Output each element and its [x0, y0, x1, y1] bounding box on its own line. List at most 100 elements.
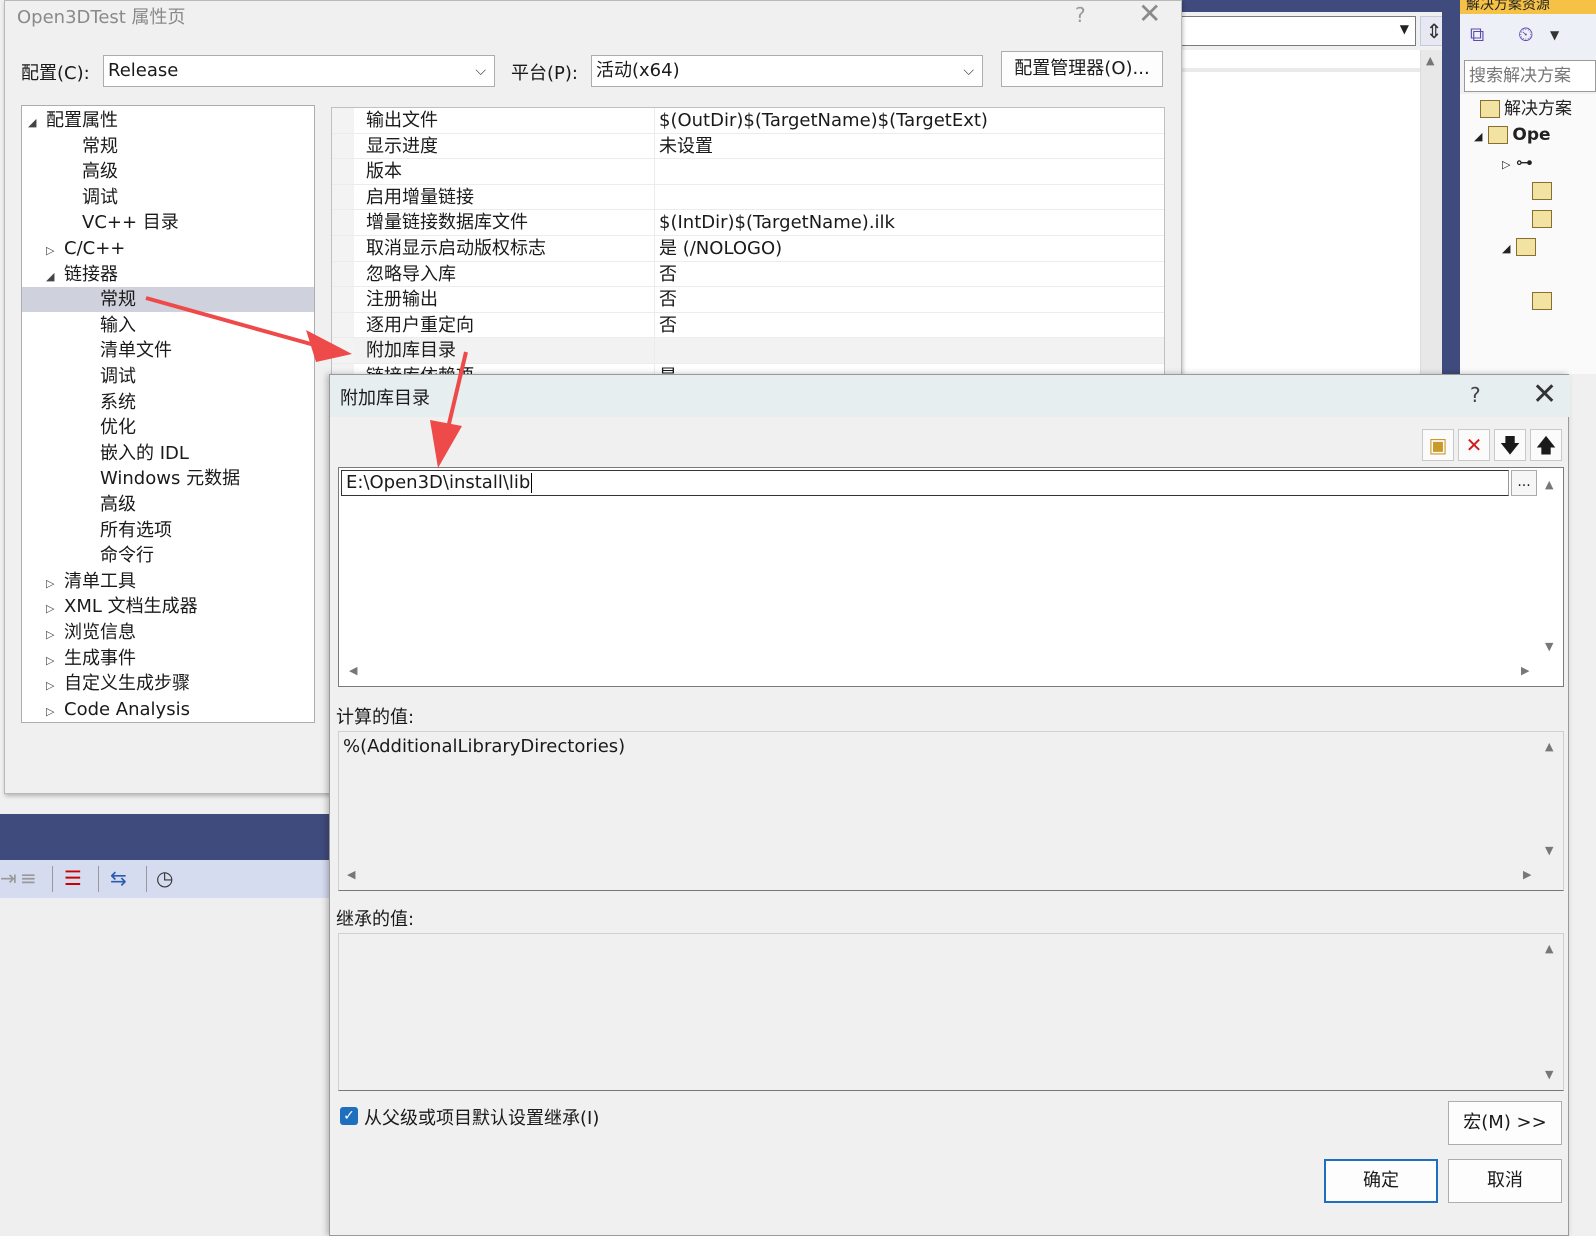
- move-down-button[interactable]: 🡇: [1494, 429, 1526, 461]
- ide-member-combo[interactable]: ▼: [1180, 16, 1416, 46]
- tree-item[interactable]: 常规: [22, 287, 314, 313]
- expand-arrow-icon[interactable]: ◢: [46, 264, 64, 289]
- horizontal-scrollbar[interactable]: ◀ ▶: [339, 864, 1539, 888]
- tree-item[interactable]: 常规: [64, 134, 118, 159]
- inherit-checkbox[interactable]: ✓: [340, 1107, 358, 1125]
- tree-item[interactable]: ▷ 浏览信息: [46, 620, 136, 645]
- inherit-checkbox-label[interactable]: 从父级或项目默认设置继承(I): [364, 1104, 599, 1130]
- tree-item[interactable]: ▷ Code Analysis: [46, 697, 190, 722]
- clear-all-icon[interactable]: ☰: [64, 866, 82, 890]
- platform-select[interactable]: 活动(x64) ⌵: [591, 55, 983, 87]
- tree-item[interactable]: ◢ 配置属性: [28, 108, 118, 133]
- tree-node[interactable]: ◢: [1502, 234, 1540, 260]
- cancel-button[interactable]: 取消: [1448, 1159, 1562, 1203]
- config-select[interactable]: Release ⌵: [103, 55, 495, 87]
- help-icon[interactable]: ?: [1470, 383, 1481, 407]
- project-node[interactable]: ◢ Ope: [1474, 122, 1551, 148]
- directories-list[interactable]: E:\Open3D\install\lib ... ▲ ▼ ◀ ▶: [338, 467, 1564, 687]
- property-row[interactable]: 版本: [332, 159, 1164, 185]
- vertical-scrollbar[interactable]: ▲ ▼: [1539, 934, 1563, 1090]
- tree-item[interactable]: 所有选项: [82, 518, 172, 543]
- collapse-arrow-icon[interactable]: ▷: [46, 673, 64, 698]
- scroll-up-icon[interactable]: ▲: [1545, 740, 1553, 753]
- tree-item[interactable]: 调试: [82, 364, 136, 389]
- property-row[interactable]: 启用增量链接: [332, 184, 1164, 211]
- ok-button[interactable]: 确定: [1324, 1159, 1438, 1203]
- property-value[interactable]: 否: [654, 261, 677, 287]
- tree-item[interactable]: 命令行: [82, 543, 154, 568]
- browse-button[interactable]: ...: [1511, 470, 1537, 496]
- delete-button[interactable]: ✕: [1458, 429, 1490, 461]
- tree-item[interactable]: 输入: [82, 313, 136, 338]
- property-row[interactable]: 显示进度 未设置: [332, 133, 1164, 160]
- property-row[interactable]: 增量链接数据库文件 $(IntDir)$(TargetName).ilk: [332, 210, 1164, 236]
- property-row[interactable]: 输出文件 $(OutDir)$(TargetName)$(TargetExt): [332, 108, 1164, 134]
- tree-item[interactable]: Windows 元数据: [82, 466, 240, 491]
- tree-item[interactable]: 优化: [82, 415, 136, 440]
- scroll-up-icon[interactable]: ▲: [1545, 942, 1553, 955]
- tree-item[interactable]: 系统: [82, 390, 136, 415]
- collapse-arrow-icon[interactable]: ▷: [46, 571, 64, 596]
- scroll-down-icon[interactable]: ▼: [1545, 844, 1553, 857]
- horizontal-scrollbar[interactable]: ◀ ▶: [339, 660, 1539, 684]
- align-icon[interactable]: ≡: [20, 866, 37, 890]
- scroll-right-icon[interactable]: ▶: [1521, 664, 1529, 677]
- property-row[interactable]: 忽略导入库 否: [332, 261, 1164, 288]
- property-value[interactable]: 否: [654, 312, 677, 338]
- tree-item[interactable]: VC++ 目录: [64, 210, 179, 235]
- tree-item[interactable]: ▷ 自定义生成步骤: [46, 671, 190, 696]
- property-row[interactable]: 注册输出 否: [332, 287, 1164, 313]
- tree-item[interactable]: 高级: [82, 492, 136, 517]
- vertical-scrollbar[interactable]: ▲ ▼: [1539, 470, 1563, 660]
- vs-switch-view-icon[interactable]: ⧉: [1470, 22, 1484, 46]
- close-icon[interactable]: ✕: [1532, 377, 1557, 413]
- config-manager-button[interactable]: 配置管理器(O)...: [1001, 51, 1163, 87]
- scroll-up-icon[interactable]: ▲: [1426, 54, 1434, 67]
- property-value[interactable]: [654, 184, 659, 210]
- close-icon[interactable]: ✕: [1138, 0, 1161, 29]
- scroll-left-icon[interactable]: ◀: [347, 868, 355, 881]
- scroll-down-icon[interactable]: ▼: [1545, 1068, 1553, 1081]
- tree-item[interactable]: ▷ 生成事件: [46, 646, 136, 671]
- tree-item[interactable]: ▷ XML 文档生成器: [46, 594, 198, 619]
- vertical-scrollbar[interactable]: ▲ ▼: [1539, 732, 1563, 864]
- scroll-up-icon[interactable]: ▲: [1545, 478, 1553, 491]
- word-wrap-icon[interactable]: ⇆: [110, 866, 127, 890]
- property-row[interactable]: 附加库目录: [332, 338, 1164, 364]
- property-value[interactable]: $(IntDir)$(TargetName).ilk: [654, 210, 895, 235]
- scroll-down-icon[interactable]: ▼: [1545, 640, 1553, 653]
- new-line-button[interactable]: ▣: [1422, 429, 1454, 461]
- tree-item[interactable]: 调试: [64, 185, 118, 210]
- outdent-icon[interactable]: ⇥: [0, 866, 17, 890]
- collapse-arrow-icon[interactable]: ▷: [46, 699, 64, 722]
- tree-item[interactable]: ▷ C/C++: [46, 236, 125, 261]
- clock-icon[interactable]: ◷: [156, 866, 173, 890]
- collapse-arrow-icon[interactable]: ▷: [46, 648, 64, 673]
- property-row[interactable]: 逐用户重定向 否: [332, 312, 1164, 339]
- property-value[interactable]: 是 (/NOLOGO): [654, 236, 782, 261]
- editor-scrollbar[interactable]: ▲: [1420, 50, 1442, 374]
- collapse-arrow-icon[interactable]: ▷: [46, 622, 64, 647]
- expand-arrow-icon[interactable]: ◢: [28, 110, 46, 135]
- collapse-arrow-icon[interactable]: ▷: [46, 238, 64, 263]
- chevron-down-icon[interactable]: ▼: [1550, 28, 1559, 42]
- solution-node[interactable]: 解决方案: [1480, 96, 1572, 122]
- property-value[interactable]: $(OutDir)$(TargetName)$(TargetExt): [654, 108, 988, 133]
- property-value[interactable]: 未设置: [654, 133, 713, 159]
- tree-item[interactable]: ▷ 清单工具: [46, 569, 136, 594]
- solution-search-input[interactable]: 搜索解决方案: [1464, 60, 1596, 92]
- tree-node[interactable]: [1532, 178, 1556, 204]
- tree-node[interactable]: [1532, 288, 1556, 314]
- property-value[interactable]: 否: [654, 287, 677, 312]
- help-icon[interactable]: ?: [1075, 3, 1086, 27]
- tree-item[interactable]: 嵌入的 IDL: [82, 441, 189, 466]
- tree-node[interactable]: ▷ ⊶: [1502, 150, 1533, 176]
- property-value[interactable]: [654, 338, 659, 363]
- history-icon[interactable]: ⏲: [1518, 22, 1534, 46]
- tree-node[interactable]: [1532, 206, 1556, 232]
- property-row[interactable]: 取消显示启动版权标志 是 (/NOLOGO): [332, 236, 1164, 262]
- tree-item[interactable]: 高级: [64, 159, 118, 184]
- scroll-left-icon[interactable]: ◀: [349, 664, 357, 677]
- code-editor[interactable]: [1180, 50, 1442, 374]
- directory-entry-input[interactable]: E:\Open3D\install\lib: [341, 470, 1509, 496]
